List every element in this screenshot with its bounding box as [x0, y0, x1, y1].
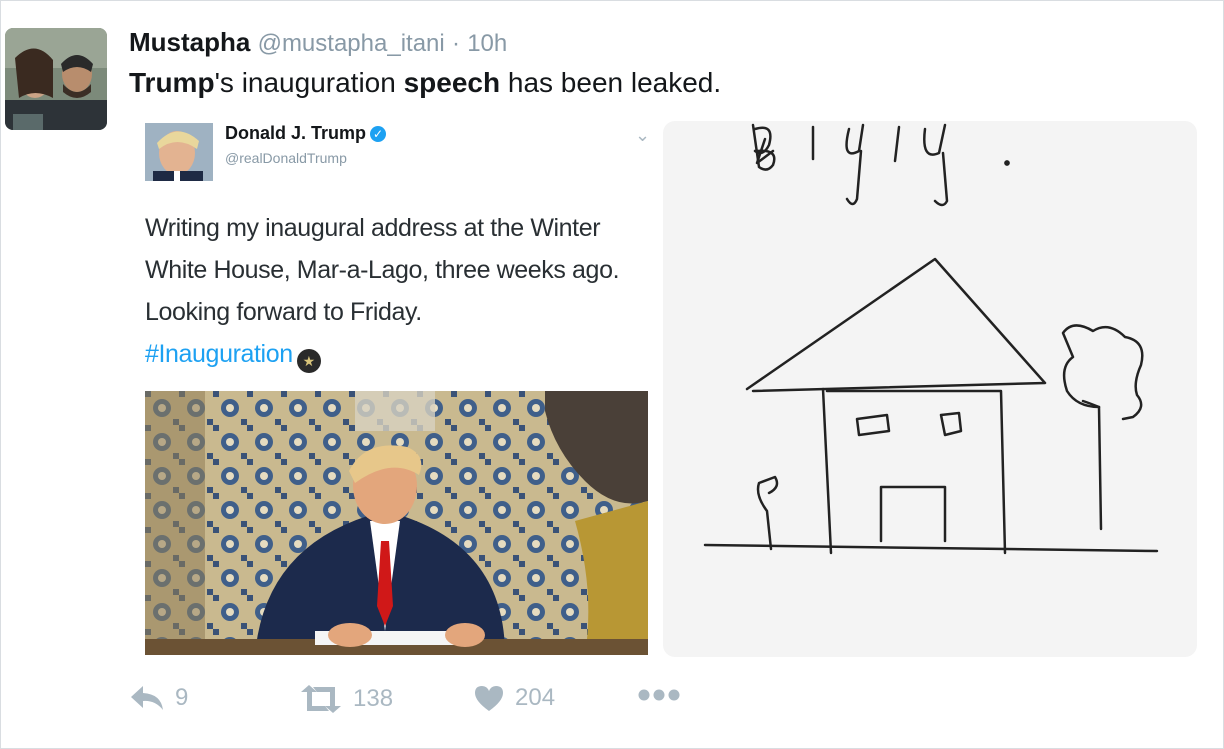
tweet-text-part-2: 's inauguration — [214, 67, 404, 98]
more-button[interactable] — [637, 688, 681, 702]
verified-badge-icon: ✓ — [370, 126, 387, 142]
tweet-text-bold-1: Trump — [129, 67, 215, 98]
retweet-icon — [301, 685, 341, 713]
author-avatar[interactable] — [5, 28, 107, 130]
more-icon — [638, 689, 680, 701]
tweet-text: Trump's inauguration speech has been lea… — [129, 67, 721, 99]
separator: · — [451, 30, 460, 57]
quoted-author-name: Donald J. Trump ✓ — [225, 123, 387, 144]
quoted-author-handle: @realDonaldTrump — [225, 150, 347, 166]
reply-count: 9 — [175, 684, 189, 711]
tweet-header: Mustapha @mustapha_itani · 10h — [129, 27, 507, 58]
hashtag-link: #Inauguration — [145, 340, 293, 368]
tweet-text-part-4: has been leaked. — [500, 67, 722, 98]
inauguration-seal-icon: ★ — [296, 349, 321, 373]
tweet-actions: 9 138 204 — [129, 684, 729, 718]
trump-writing-photo — [145, 391, 648, 655]
quoted-tweet-text: Writing my inaugural address at the Wint… — [145, 207, 645, 375]
retweet-button[interactable]: 138 — [299, 684, 393, 714]
reply-button[interactable]: 9 — [129, 684, 188, 712]
house-drawing-image[interactable] — [663, 121, 1197, 657]
reply-icon — [131, 686, 163, 710]
heart-icon — [475, 686, 503, 711]
quoted-tweet-image[interactable]: Donald J. Trump ✓ @realDonaldTrump ⌄ Writ… — [141, 119, 661, 659]
author-name[interactable]: Mustapha — [129, 27, 250, 57]
tweet-card: Mustapha @mustapha_itani · 10h Trump's i… — [0, 0, 1224, 749]
author-handle[interactable]: @mustapha_itani — [258, 30, 445, 57]
like-count: 204 — [515, 684, 556, 711]
tweet-text-bold-2: speech — [403, 67, 501, 98]
quoted-author-avatar — [145, 123, 213, 181]
chevron-down-icon: ⌄ — [635, 125, 651, 145]
tweet-time[interactable]: 10h — [467, 30, 507, 57]
like-button[interactable]: 204 — [473, 684, 555, 712]
retweet-count: 138 — [353, 685, 394, 712]
